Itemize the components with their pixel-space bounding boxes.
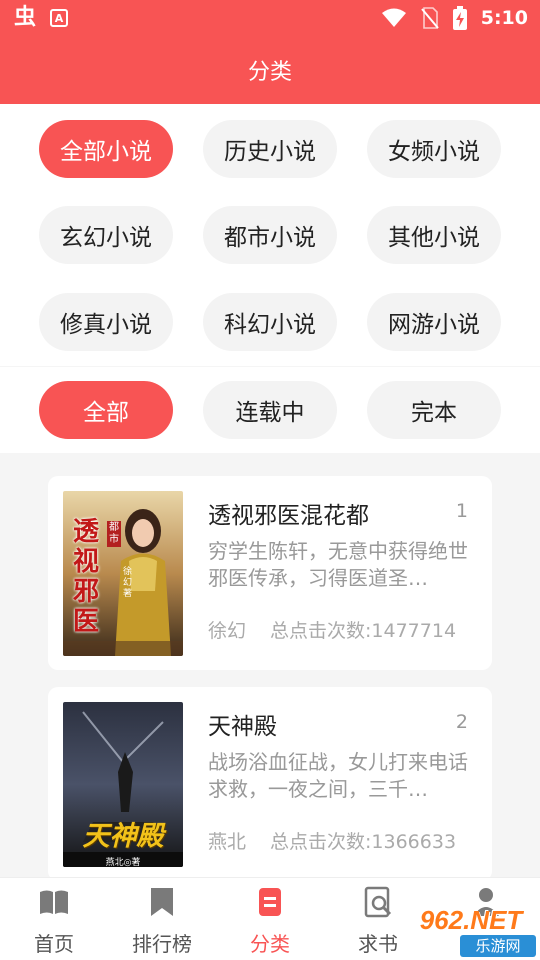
- chip-status-all[interactable]: 全部: [39, 381, 173, 439]
- no-sim-icon: [420, 7, 439, 29]
- chip-status-complete[interactable]: 完本: [367, 381, 501, 439]
- book-list[interactable]: 透视邪医 都市 徐幻 著 透视邪医混花都 1 穷学生陈轩，无意中获得绝世邪医传承…: [0, 453, 540, 877]
- book-rank: 1: [455, 500, 468, 522]
- chip-category-urban[interactable]: 都市小说: [203, 206, 337, 264]
- status-bar: 虫 A 5:10: [0, 0, 540, 36]
- book-cover: 透视邪医 都市 徐幻 著: [63, 491, 183, 656]
- book-meta: 徐幻 总点击次数:1477714: [208, 616, 456, 643]
- status-left: 虫 A: [14, 5, 69, 30]
- battery-charging-icon: [452, 6, 467, 30]
- cover-series-text: 都市: [107, 521, 121, 547]
- tab-label: 首页: [34, 932, 74, 956]
- search-book-icon: [364, 886, 392, 918]
- bookmark-icon: [151, 888, 173, 916]
- book-rank: 2: [455, 711, 468, 733]
- status-right: 5:10: [381, 4, 528, 32]
- status-time: 5:10: [480, 7, 528, 29]
- book-cover: 天神殿 燕北◎著: [63, 702, 183, 867]
- watermark-site: 乐游网: [460, 935, 536, 957]
- book-title[interactable]: 透视邪医混花都: [208, 496, 369, 530]
- watermark-brand: 962.NET: [419, 905, 523, 935]
- chip-category-female[interactable]: 女频小说: [367, 120, 501, 178]
- chip-category-all[interactable]: 全部小说: [39, 120, 173, 178]
- cover-title-text: 透视邪医: [73, 517, 100, 637]
- chong-glyph: 虫: [14, 5, 37, 30]
- book-clicks: 总点击次数:1366633: [270, 831, 457, 853]
- cover-author-text: 徐幻 著: [123, 567, 133, 599]
- chip-category-other[interactable]: 其他小说: [367, 206, 501, 264]
- book-card[interactable]: 透视邪医 都市 徐幻 著 透视邪医混花都 1 穷学生陈轩，无意中获得绝世邪医传承…: [48, 476, 492, 670]
- book-author: 燕北: [208, 831, 247, 853]
- category-filter-panel: 全部小说 历史小说 女频小说 玄幻小说 都市小说 其他小说 修真小说 科幻小说 …: [0, 104, 540, 366]
- a-box-icon: A: [50, 9, 69, 27]
- tab-ranking[interactable]: 排行榜: [108, 878, 216, 960]
- book-description: 战场浴血征战，女儿打来电话求救，一夜之间，三千…: [208, 750, 468, 801]
- category-doc-icon: [259, 888, 281, 916]
- book-description: 穷学生陈轩，无意中获得绝世邪医传承，习得医道圣…: [208, 539, 468, 590]
- chip-category-scifi[interactable]: 科幻小说: [203, 293, 337, 351]
- page-title: 分类: [0, 36, 540, 104]
- wifi-icon: [381, 8, 406, 27]
- book-title[interactable]: 天神殿: [208, 707, 277, 741]
- tab-category[interactable]: 分类: [216, 878, 324, 960]
- status-filter-panel: 全部 连载中 完本: [0, 367, 540, 453]
- cover-title-text: 天神殿: [82, 821, 164, 852]
- tab-home[interactable]: 首页: [0, 878, 108, 960]
- chip-category-xianxia[interactable]: 修真小说: [39, 293, 173, 351]
- chip-status-serializing[interactable]: 连载中: [203, 381, 337, 439]
- book-author: 徐幻: [208, 620, 247, 642]
- book-card[interactable]: 天神殿 燕北◎著 天神殿 2 战场浴血征战，女儿打来电话求救，一夜之间，三千… …: [48, 687, 492, 877]
- watermark-logo: 962.NET 乐游网: [402, 905, 540, 960]
- chip-category-online-game[interactable]: 网游小说: [367, 293, 501, 351]
- chip-category-history[interactable]: 历史小说: [203, 120, 337, 178]
- book-open-icon: [40, 890, 68, 914]
- chip-category-fantasy[interactable]: 玄幻小说: [39, 206, 173, 264]
- cover-author-text: 燕北◎著: [105, 858, 141, 867]
- book-clicks: 总点击次数:1477714: [270, 620, 457, 642]
- tab-label: 排行榜: [132, 932, 192, 956]
- tab-label: 分类: [250, 932, 290, 956]
- book-meta: 燕北 总点击次数:1366633: [208, 827, 456, 854]
